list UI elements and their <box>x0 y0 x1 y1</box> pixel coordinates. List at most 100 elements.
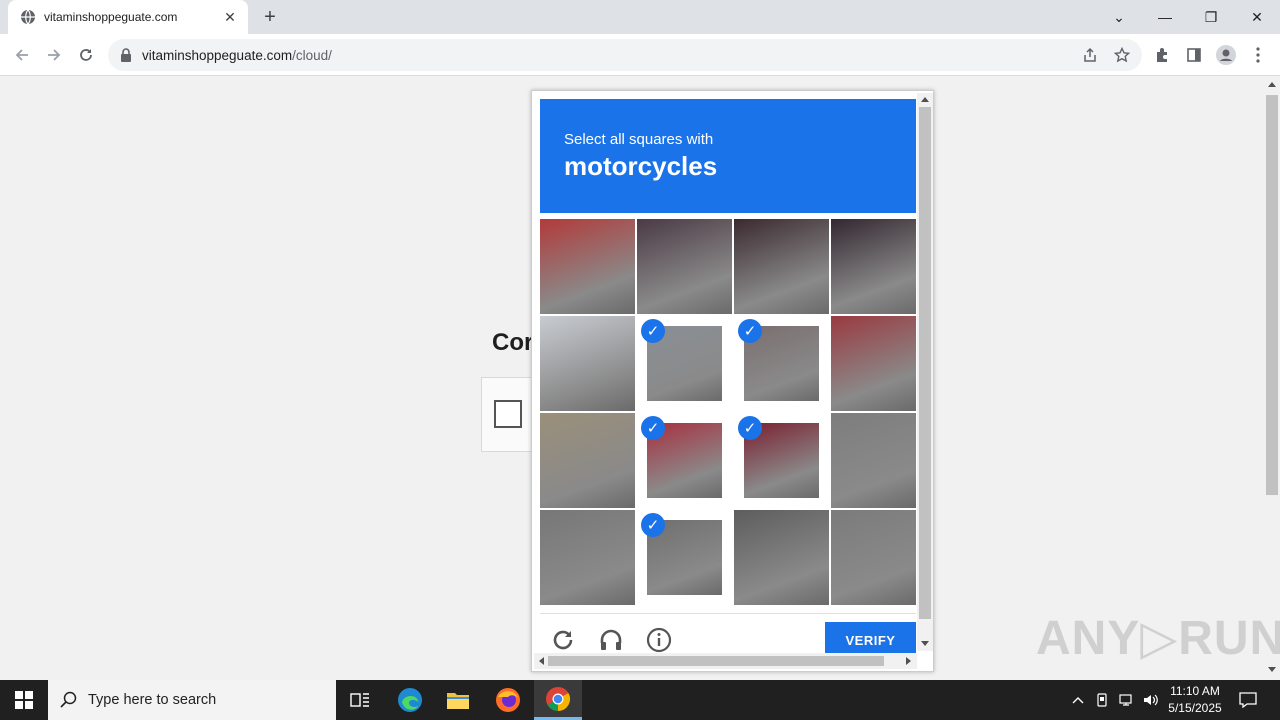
scroll-down-icon[interactable] <box>1268 667 1276 673</box>
selected-check-icon: ✓ <box>738 319 762 343</box>
tray-chevron-icon[interactable] <box>1068 680 1088 720</box>
url-text: vitaminshoppeguate.com/cloud/ <box>142 48 332 63</box>
bookmark-star-icon[interactable] <box>1108 41 1136 69</box>
captcha-tile-image <box>540 510 635 605</box>
address-bar[interactable]: vitaminshoppeguate.com/cloud/ <box>108 39 1142 71</box>
volume-icon[interactable] <box>1140 680 1162 720</box>
captcha-tile-image <box>540 316 635 411</box>
chrome-icon[interactable] <box>534 680 582 720</box>
browser-tab[interactable]: vitaminshoppeguate.com ✕ <box>8 0 248 34</box>
menu-kebab-icon[interactable] <box>1244 41 1272 69</box>
page-scrollbar-thumb[interactable] <box>1266 95 1278 495</box>
captcha-tile-image <box>734 510 829 605</box>
captcha-tile-image <box>734 219 829 314</box>
captcha-tile[interactable] <box>831 219 916 314</box>
share-icon[interactable] <box>1076 41 1104 69</box>
taskbar-clock[interactable]: 11:10 AM 5/15/2025 <box>1160 683 1230 717</box>
captcha-tile[interactable] <box>831 413 916 508</box>
selected-check-icon: ✓ <box>641 513 665 537</box>
reload-icon[interactable] <box>549 626 577 654</box>
scroll-up-icon[interactable] <box>921 96 929 102</box>
windows-taskbar: Type here to search 11:10 AM 5/15/2025 <box>0 680 1280 720</box>
notifications-icon[interactable] <box>1234 680 1262 720</box>
captcha-tile[interactable] <box>637 219 732 314</box>
clock-time: 11:10 AM <box>1170 684 1220 698</box>
challenge-checkbox[interactable] <box>494 400 522 428</box>
task-view-icon[interactable] <box>336 680 384 720</box>
device-icon[interactable] <box>1092 680 1112 720</box>
clock-date: 5/15/2025 <box>1168 701 1222 715</box>
captcha-tile[interactable]: ✓ <box>637 510 732 605</box>
captcha-tile[interactable]: ✓ <box>734 316 829 411</box>
scroll-down-icon[interactable] <box>921 641 929 647</box>
captcha-tile-image <box>540 219 635 314</box>
tab-close-icon[interactable]: ✕ <box>222 9 238 25</box>
captcha-tile[interactable] <box>734 510 829 605</box>
edge-icon[interactable] <box>386 680 434 720</box>
globe-icon <box>21 9 35 25</box>
scroll-left-icon[interactable] <box>538 657 544 665</box>
network-icon[interactable] <box>1116 680 1138 720</box>
search-icon <box>60 691 77 708</box>
selected-check-icon: ✓ <box>641 416 665 440</box>
tab-search-icon[interactable]: ⌄ <box>1096 0 1142 34</box>
tab-strip: vitaminshoppeguate.com ✕ + ⌄ — ❐ ✕ <box>0 0 1280 34</box>
page-scrollbar[interactable] <box>1264 77 1280 680</box>
captcha-tile[interactable] <box>540 316 635 411</box>
reload-button[interactable] <box>72 41 100 69</box>
captcha-hscrollbar-thumb[interactable] <box>548 656 884 666</box>
captcha-tile[interactable]: ✓ <box>637 316 732 411</box>
selected-check-icon: ✓ <box>738 416 762 440</box>
scroll-right-icon[interactable] <box>906 657 912 665</box>
captcha-tile-image <box>831 510 916 605</box>
captcha-tile-image <box>540 413 635 508</box>
captcha-tile[interactable] <box>831 316 916 411</box>
page-heading: Cor <box>492 329 534 356</box>
lock-icon <box>121 48 131 62</box>
browser-toolbar: vitaminshoppeguate.com/cloud/ <box>0 34 1280 76</box>
anyrun-watermark: ANY▷RUN <box>1036 612 1280 665</box>
info-icon[interactable] <box>645 626 673 654</box>
profile-avatar-icon[interactable] <box>1212 41 1240 69</box>
minimize-button[interactable]: — <box>1142 0 1188 34</box>
taskbar-search-box[interactable]: Type here to search <box>48 680 336 720</box>
captcha-tile[interactable] <box>540 510 635 605</box>
search-placeholder: Type here to search <box>88 692 217 708</box>
captcha-vertical-scrollbar[interactable] <box>917 93 933 651</box>
start-button[interactable] <box>0 680 48 720</box>
scroll-up-icon[interactable] <box>1268 81 1276 87</box>
captcha-tile[interactable] <box>540 413 635 508</box>
captcha-tile[interactable] <box>540 219 635 314</box>
extensions-icon[interactable] <box>1148 41 1176 69</box>
captcha-header: Select all squares with motorcycles <box>540 99 916 213</box>
captcha-horizontal-scrollbar[interactable] <box>534 653 917 669</box>
captcha-tile-image <box>637 219 732 314</box>
back-arrow-icon <box>15 49 28 61</box>
url-path: /cloud/ <box>292 47 332 63</box>
captcha-instruction: Select all squares with <box>564 131 714 148</box>
captcha-challenge: Select all squares with motorcycles ✓ ✓ ✓ ✓… <box>531 90 934 672</box>
captcha-target: motorcycles <box>564 151 718 181</box>
firefox-icon[interactable] <box>484 680 532 720</box>
new-tab-button[interactable]: + <box>258 6 282 28</box>
file-explorer-icon[interactable] <box>434 680 482 720</box>
reload-icon <box>80 49 92 61</box>
captcha-tile[interactable]: ✓ <box>734 413 829 508</box>
captcha-grid: ✓ ✓ ✓ ✓ ✓ <box>540 219 916 605</box>
forward-arrow-icon <box>48 49 61 61</box>
forward-button[interactable] <box>40 41 68 69</box>
captcha-footer: VERIFY <box>540 613 916 658</box>
url-host: vitaminshoppeguate.com <box>142 47 293 63</box>
audio-icon[interactable] <box>597 626 625 654</box>
captcha-tile[interactable] <box>734 219 829 314</box>
captcha-scrollbar-thumb[interactable] <box>919 107 931 619</box>
windows-logo-icon <box>15 691 33 709</box>
captcha-tile[interactable]: ✓ <box>637 413 732 508</box>
back-button[interactable] <box>8 41 36 69</box>
side-panel-icon[interactable] <box>1180 41 1208 69</box>
close-window-button[interactable]: ✕ <box>1234 0 1280 34</box>
captcha-tile-image <box>831 413 916 508</box>
captcha-tile[interactable] <box>831 510 916 605</box>
restore-button[interactable]: ❐ <box>1188 0 1234 34</box>
tab-title: vitaminshoppeguate.com <box>44 10 178 24</box>
